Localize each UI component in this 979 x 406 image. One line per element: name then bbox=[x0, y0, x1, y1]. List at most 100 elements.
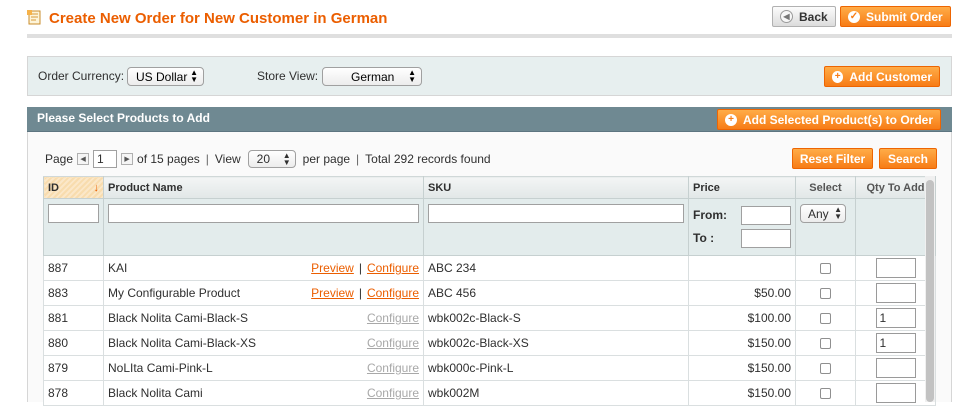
column-header-sku[interactable]: SKU bbox=[423, 176, 689, 199]
row-price: $100.00 bbox=[688, 305, 796, 331]
row-select-cell bbox=[795, 255, 856, 281]
filter-name-cell bbox=[103, 198, 424, 256]
row-select-cell bbox=[795, 280, 856, 306]
search-button[interactable]: Search bbox=[879, 148, 937, 169]
submit-order-button[interactable]: ✓ Submit Order bbox=[840, 6, 951, 27]
vertical-scrollbar[interactable] bbox=[925, 176, 935, 402]
table-row[interactable]: 887 KAI Preview | Configure ABC 234 bbox=[43, 255, 936, 281]
next-page-icon[interactable]: ▶ bbox=[121, 153, 134, 165]
row-qty-cell bbox=[855, 355, 936, 381]
row-select-checkbox[interactable] bbox=[820, 338, 831, 350]
configure-link[interactable]: Configure bbox=[367, 261, 419, 275]
row-price: $150.00 bbox=[688, 330, 796, 356]
row-select-cell bbox=[795, 305, 856, 331]
per-page-select[interactable]: 20 ▲ ▼ bbox=[247, 150, 296, 168]
row-id: 880 bbox=[43, 330, 104, 356]
filter-sku-cell bbox=[423, 198, 689, 256]
row-select-checkbox[interactable] bbox=[820, 288, 831, 300]
row-actions: Preview | Configure bbox=[311, 286, 419, 300]
filter-sku-input[interactable] bbox=[428, 204, 684, 223]
add-selected-products-label: Add Selected Product(s) to Order bbox=[742, 112, 933, 127]
prev-page-icon[interactable]: ◀ bbox=[77, 153, 90, 165]
pager-separator: | bbox=[205, 152, 209, 166]
row-select-cell bbox=[795, 355, 856, 381]
price-to-label: To : bbox=[693, 231, 715, 245]
products-table: ID ↓ Product Name SKU Price Select Qty T… bbox=[43, 176, 936, 406]
row-qty-input[interactable] bbox=[875, 258, 916, 278]
column-header-id[interactable]: ID ↓ bbox=[43, 176, 104, 199]
preview-link[interactable]: Preview bbox=[311, 286, 354, 300]
of-pages-text: of 15 pages bbox=[137, 152, 200, 166]
row-qty-input[interactable] bbox=[875, 383, 916, 403]
action-separator: | bbox=[358, 261, 362, 275]
product-grid: Page ◀ 1 ▶ of 15 pages | View 20 ▲ ▼ per … bbox=[27, 132, 952, 406]
products-table-body: 887 KAI Preview | Configure ABC 234 883 My Conf… bbox=[43, 255, 936, 406]
column-header-select[interactable]: Select bbox=[795, 176, 856, 199]
pager: Page ◀ 1 ▶ of 15 pages | View 20 ▲ ▼ per … bbox=[45, 150, 491, 168]
add-customer-button[interactable]: + Add Customer bbox=[824, 66, 940, 87]
view-label: View bbox=[214, 152, 241, 166]
row-qty-input[interactable] bbox=[875, 358, 916, 378]
add-selected-products-button[interactable]: + Add Selected Product(s) to Order bbox=[717, 109, 941, 130]
row-product-name: Black Nolita Cami bbox=[108, 386, 203, 400]
row-actions: Configure bbox=[367, 311, 419, 325]
filter-select-value: Any bbox=[808, 206, 829, 221]
row-select-checkbox[interactable] bbox=[820, 313, 831, 325]
row-price: $150.00 bbox=[688, 355, 796, 381]
filter-id-cell bbox=[43, 198, 104, 256]
submit-order-label: Submit Order bbox=[866, 9, 943, 24]
row-id: 887 bbox=[43, 255, 104, 281]
row-qty-input[interactable] bbox=[875, 283, 916, 303]
configure-link: Configure bbox=[366, 336, 419, 350]
table-row[interactable]: 880 Black Nolita Cami-Black-XS Configure wb… bbox=[43, 330, 936, 356]
table-header-row: ID ↓ Product Name SKU Price Select Qty T… bbox=[43, 176, 936, 199]
filter-qty-cell bbox=[855, 198, 936, 256]
row-product-name: NoLIta Cami-Pink-L bbox=[108, 361, 213, 375]
column-header-price[interactable]: Price bbox=[688, 176, 796, 199]
preview-link[interactable]: Preview bbox=[311, 261, 354, 275]
add-customer-label: Add Customer bbox=[849, 69, 932, 84]
select-arrows-icon: ▲ ▼ bbox=[408, 68, 416, 84]
table-row[interactable]: 879 NoLIta Cami-Pink-L Configure wbk000c-Pi… bbox=[43, 355, 936, 381]
plus-icon: + bbox=[725, 113, 737, 126]
page-input[interactable]: 1 bbox=[93, 150, 118, 168]
row-sku: ABC 456 bbox=[423, 280, 689, 306]
check-icon: ✓ bbox=[848, 10, 860, 23]
row-id: 883 bbox=[43, 280, 104, 306]
order-currency-select[interactable]: US Dollar ▲ ▼ bbox=[127, 67, 204, 86]
filter-id-input[interactable] bbox=[48, 204, 99, 223]
price-from-input[interactable] bbox=[741, 205, 791, 225]
scrollbar-thumb[interactable] bbox=[926, 180, 934, 402]
column-header-name[interactable]: Product Name bbox=[103, 176, 424, 199]
filter-price-cell: From: To : bbox=[688, 198, 796, 256]
filter-row: From: To : Any ▲ ▼ bbox=[43, 198, 936, 256]
store-view-select[interactable]: German ▲ ▼ bbox=[322, 67, 422, 86]
reset-filter-button[interactable]: Reset Filter bbox=[792, 148, 873, 169]
order-currency-label: Order Currency: bbox=[38, 69, 125, 83]
configure-link[interactable]: Configure bbox=[367, 286, 419, 300]
row-actions: Configure bbox=[367, 361, 419, 375]
price-to-input[interactable] bbox=[741, 228, 791, 248]
row-select-checkbox[interactable] bbox=[820, 263, 831, 275]
select-arrows-icon: ▲ ▼ bbox=[282, 151, 291, 167]
row-price bbox=[688, 255, 796, 281]
filter-name-input[interactable] bbox=[108, 204, 419, 223]
row-select-checkbox[interactable] bbox=[820, 363, 831, 375]
table-row[interactable]: 883 My Configurable Product Preview | Config… bbox=[43, 280, 936, 306]
row-qty-input[interactable]: 1 bbox=[875, 333, 916, 353]
row-price: $50.00 bbox=[688, 280, 796, 306]
sort-desc-icon: ↓ bbox=[93, 181, 100, 194]
filter-select-dropdown[interactable]: Any ▲ ▼ bbox=[800, 204, 846, 223]
store-view-value: German bbox=[351, 69, 395, 84]
table-row[interactable]: 881 Black Nolita Cami-Black-S Configure wbk… bbox=[43, 305, 936, 331]
select-arrows-icon: ▲ ▼ bbox=[834, 205, 842, 221]
back-button[interactable]: ◀ Back bbox=[772, 6, 836, 27]
reset-filter-label: Reset Filter bbox=[799, 151, 866, 166]
row-select-checkbox[interactable] bbox=[820, 388, 831, 400]
row-product-name-cell: Black Nolita Cami-Black-XS Configure bbox=[103, 330, 424, 356]
row-id: 879 bbox=[43, 355, 104, 381]
column-header-qty[interactable]: Qty To Add bbox=[855, 176, 936, 199]
select-arrows-icon: ▲ ▼ bbox=[190, 68, 198, 84]
row-qty-input[interactable]: 1 bbox=[875, 308, 916, 328]
row-sku: wbk000c-Pink-L bbox=[423, 355, 689, 381]
